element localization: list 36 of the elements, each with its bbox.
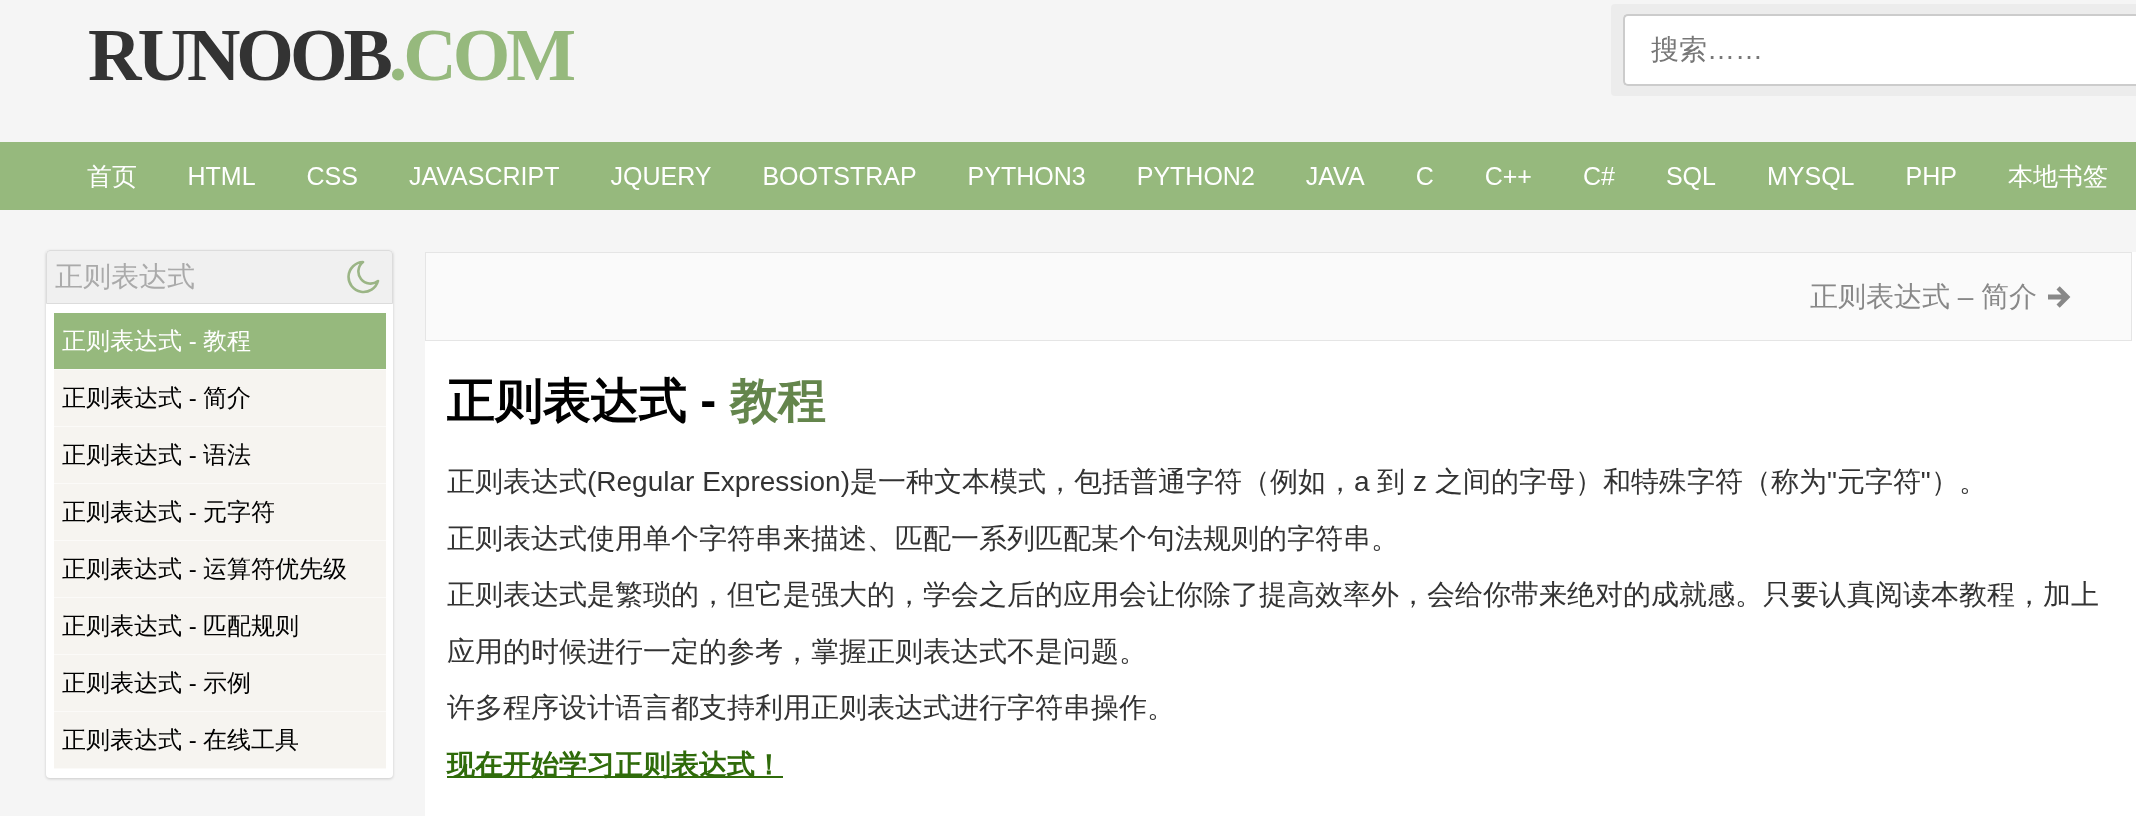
sidebar-item[interactable]: 正则表达式 - 在线工具 xyxy=(54,712,386,769)
nav-link[interactable]: 首页 xyxy=(61,161,162,191)
next-link[interactable]: 正则表达式 – 简介 xyxy=(1809,277,2071,316)
nav-link[interactable]: CSS xyxy=(281,161,384,191)
nav-link[interactable]: BOOTSTRAP xyxy=(736,161,943,191)
nav-link[interactable]: 本地书签 xyxy=(1982,161,2134,191)
nav-link[interactable]: HTML xyxy=(162,161,282,191)
sidebar-item[interactable]: 正则表达式 - 运算符优先级 xyxy=(54,541,386,598)
nav-link[interactable]: PHP xyxy=(1880,161,1983,191)
arrow-right-icon xyxy=(2047,285,2071,308)
search-field[interactable]: 搜索…… xyxy=(1623,14,2136,86)
sidebar-item[interactable]: 正则表达式 - 匹配规则 xyxy=(54,598,386,655)
nav-link[interactable]: PYTHON2 xyxy=(1111,161,1281,191)
nav-link[interactable]: JAVASCRIPT xyxy=(383,161,585,191)
nav-link[interactable]: PYTHON3 xyxy=(942,161,1112,191)
paragraph: 许多程序设计语言都支持利用正则表达式进行字符串操作。 xyxy=(447,691,1176,726)
site-logo[interactable]: RUNOOB.COM xyxy=(88,18,573,92)
nav-link[interactable]: JQUERY xyxy=(584,161,737,191)
nav-link[interactable]: C++ xyxy=(1459,161,1558,191)
sidebar-item[interactable]: 正则表达式 - 教程 xyxy=(54,313,386,370)
sidebar-item[interactable]: 正则表达式 - 语法 xyxy=(54,427,386,484)
page-heading: 正则表达式 - 教程 xyxy=(447,373,827,429)
paragraph: 正则表达式是繁琐的，但它是强大的，学会之后的应用会让你除了提高效率外，会给你带来绝对的成就感。只要认真阅读本教程，加上应用的时候进行一定的参考，掌握正则表达式不是问题。 xyxy=(447,578,2100,669)
nav-link[interactable]: C# xyxy=(1557,161,1641,191)
nav-link[interactable]: JAVA xyxy=(1280,161,1391,191)
nav-link[interactable]: MYSQL xyxy=(1741,161,1880,191)
nav-link[interactable]: C xyxy=(1390,161,1460,191)
sidebar-title: 正则表达式 xyxy=(55,260,195,294)
paragraph: 正则表达式(Regular Expression)是一种文本模式，包括普通字符（例如，a 到 z 之间的字母）和特殊字符（称为"元字符"）。 xyxy=(447,465,1988,499)
moon-icon[interactable] xyxy=(346,260,380,294)
paragraph: 正则表达式使用单个字符串来描述、匹配一系列匹配某个句法规则的字符串。 xyxy=(447,521,1400,556)
start-link[interactable]: 现在开始学习正则表达式！ xyxy=(447,748,783,780)
nav-link[interactable]: SQL xyxy=(1640,161,1742,191)
sidebar-item[interactable]: 正则表达式 - 示例 xyxy=(54,655,386,712)
sidebar-item[interactable]: 正则表达式 - 元字符 xyxy=(54,484,386,541)
sidebar-item[interactable]: 正则表达式 - 简介 xyxy=(54,370,386,427)
